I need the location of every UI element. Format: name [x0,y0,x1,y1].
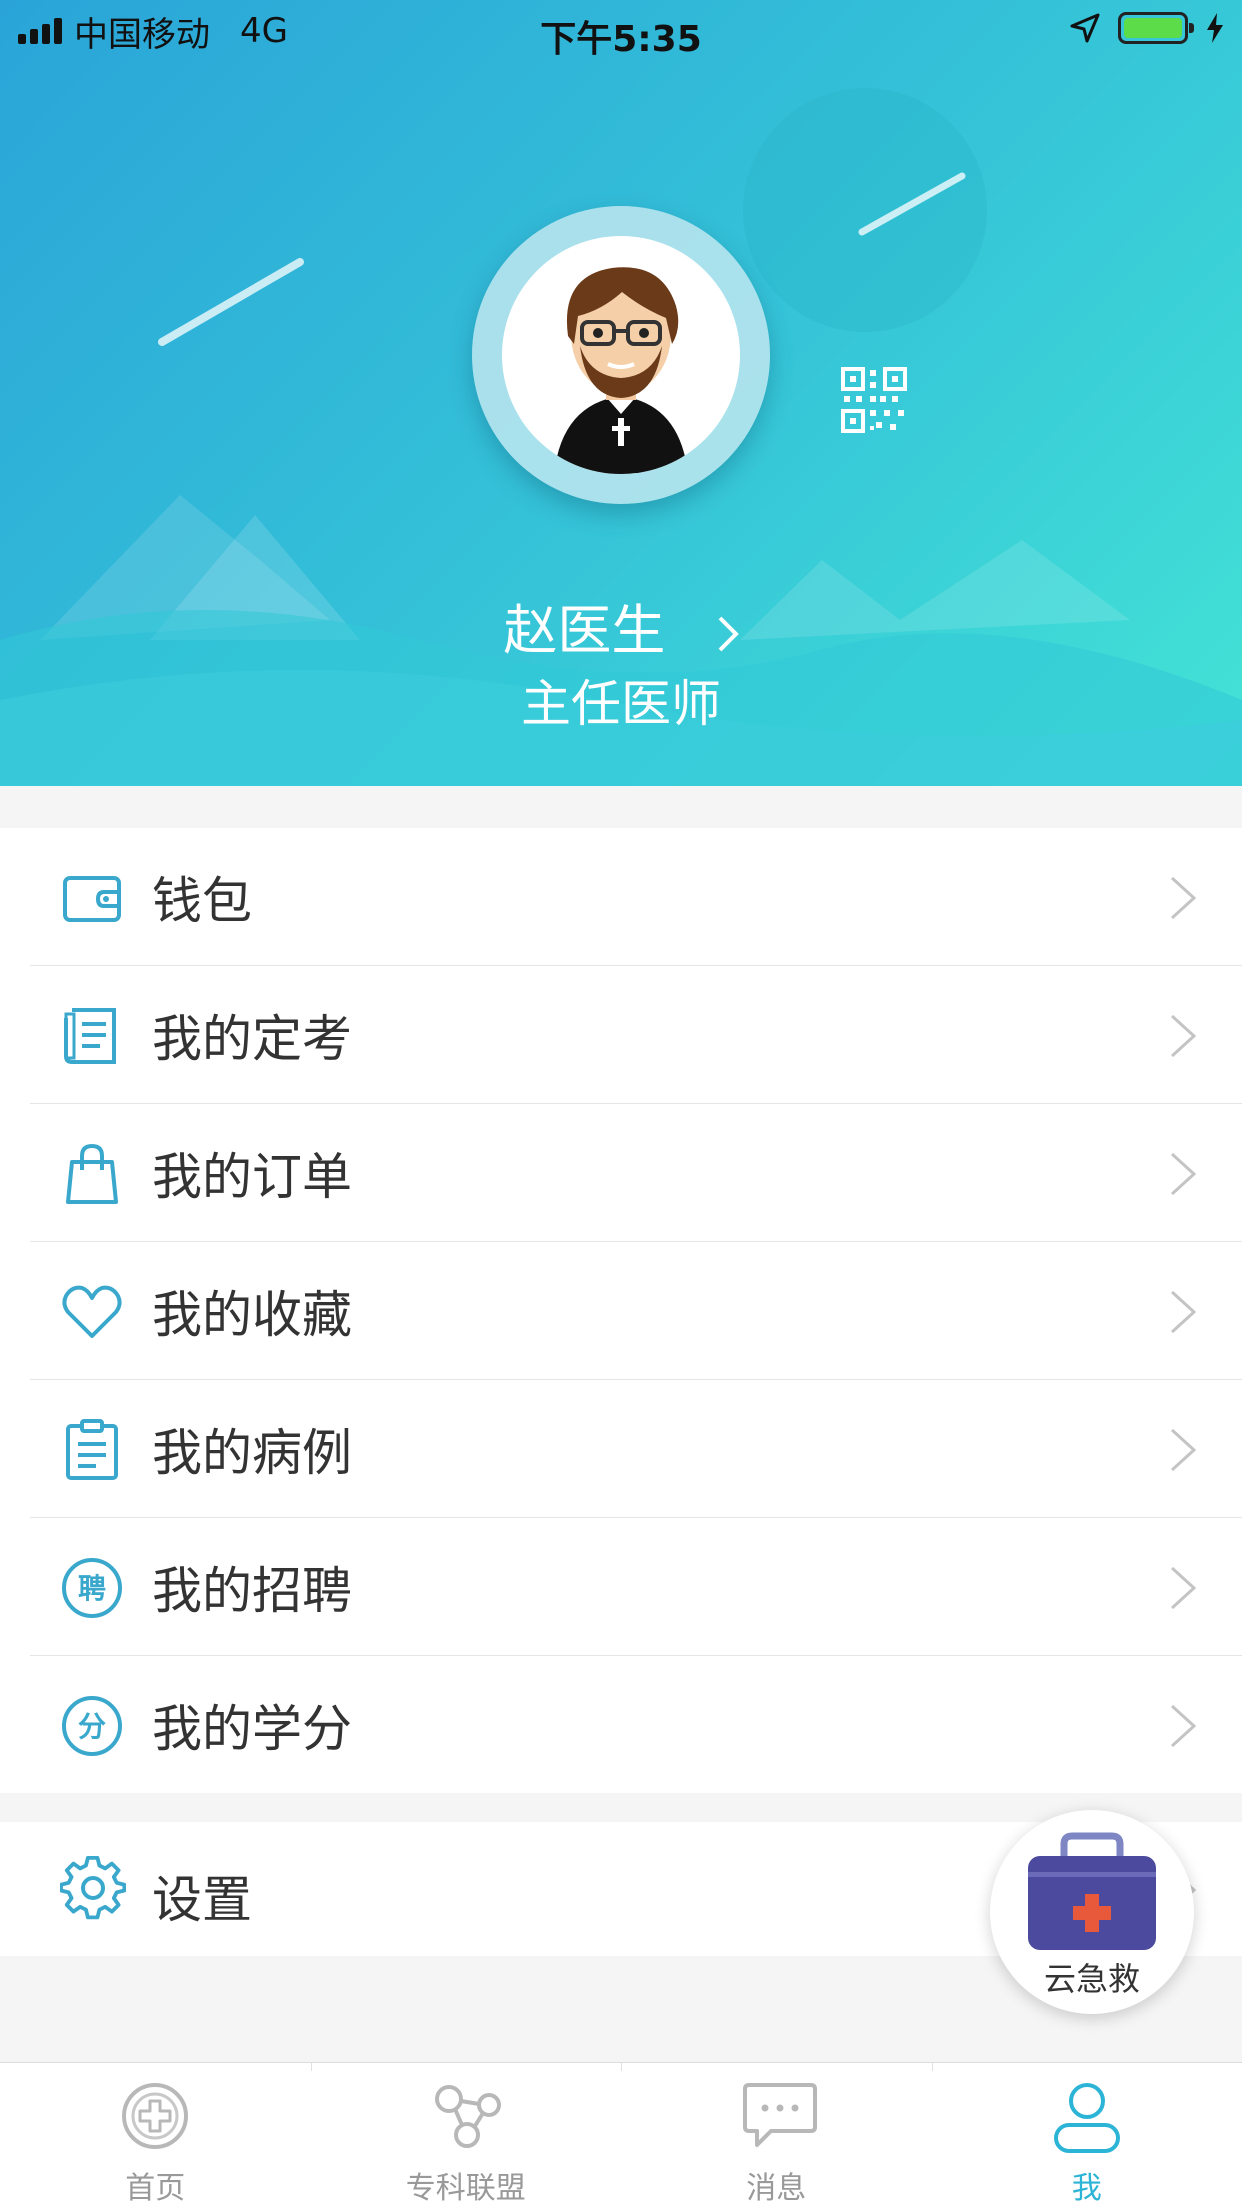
menu-label-orders: 我的订单 [152,1147,352,1206]
chevron-right-icon [1170,1704,1197,1748]
menu-list: 钱包 我的定考 我的订单 我的收藏 我的病例 聘 我的招聘 分 我的学分 [0,828,1242,1793]
menu-label-cases: 我的病例 [152,1423,352,1482]
tab-specialty-alliance[interactable]: 专科联盟 [310,2063,622,2208]
menu-label-credits: 我的学分 [152,1699,352,1758]
menu-item-exam[interactable]: 我的定考 [0,966,1242,1103]
first-aid-kit-icon [1028,1832,1156,1950]
chevron-right-icon [718,616,739,652]
avatar[interactable] [472,206,770,504]
exam-document-icon [64,1008,116,1064]
person-icon [1053,2083,1120,2153]
menu-item-favorites[interactable]: 我的收藏 [0,1242,1242,1379]
fab-label: 云急救 [1043,1960,1140,1998]
location-arrow-icon [1070,13,1100,43]
home-cross-icon [122,2083,188,2149]
tab-label-home: 首页 [125,2171,186,2206]
status-time: 下午5:35 [540,19,702,60]
doctor-avatar-illustration [554,267,688,474]
tab-home[interactable]: 首页 [0,2063,311,2208]
menu-item-credits[interactable]: 分 我的学分 [0,1656,1242,1793]
tab-me[interactable]: 我 [931,2063,1242,2208]
doctor-title: 主任医师 [521,675,721,733]
credit-badge-icon: 分 [62,1696,122,1756]
bottom-tab-bar: 首页 专科联盟 消息 我 [0,2062,1242,2208]
menu-item-recruitment[interactable]: 聘 我的招聘 [0,1518,1242,1655]
tab-label-messages: 消息 [746,2171,807,2206]
tab-label-me: 我 [1071,2171,1102,2206]
doctor-name: 赵医生 [503,599,666,662]
doctor-name-row[interactable]: 赵医生 [0,586,1242,665]
network-icon [434,2085,501,2148]
wallet-icon [63,876,121,922]
gear-icon [60,1856,126,1920]
clipboard-icon [66,1419,118,1480]
chevron-right-icon [1170,876,1197,920]
shopping-bag-icon [66,1143,118,1204]
chevron-right-icon [1170,1014,1197,1058]
credit-badge-char: 分 [78,1710,106,1743]
menu-label-recruitment: 我的招聘 [152,1561,352,1620]
tab-label-specialty-alliance: 专科联盟 [405,2171,526,2206]
menu-item-orders[interactable]: 我的订单 [0,1104,1242,1241]
chevron-right-icon [1170,1290,1197,1334]
charging-bolt-icon [1207,13,1223,43]
heart-icon [62,1285,122,1338]
battery-icon [1118,12,1194,44]
settings-label: 设置 [152,1871,252,1929]
profile-header: 中国移动 4G 下午5:35 赵医生 主任医师 [0,0,1242,786]
chevron-right-icon [1170,1152,1197,1196]
menu-item-wallet[interactable]: 钱包 [0,828,1242,965]
cloud-first-aid-button[interactable]: 云急救 [990,1810,1194,2014]
menu-label-wallet: 钱包 [152,871,252,930]
menu-item-cases[interactable]: 我的病例 [0,1380,1242,1517]
qr-code-icon[interactable] [840,366,908,434]
chevron-right-icon [1170,1428,1197,1472]
chevron-right-icon [1170,1566,1197,1610]
status-bar: 中国移动 4G 下午5:35 [0,0,1242,62]
recruit-badge-icon: 聘 [62,1558,122,1618]
tab-messages[interactable]: 消息 [621,2063,932,2208]
menu-label-favorites: 我的收藏 [152,1285,352,1344]
chat-bubble-icon [743,2083,817,2147]
menu-label-exam: 我的定考 [152,1009,352,1068]
recruit-badge-char: 聘 [78,1572,106,1605]
status-right [1070,12,1224,44]
avatar-image [502,236,740,474]
